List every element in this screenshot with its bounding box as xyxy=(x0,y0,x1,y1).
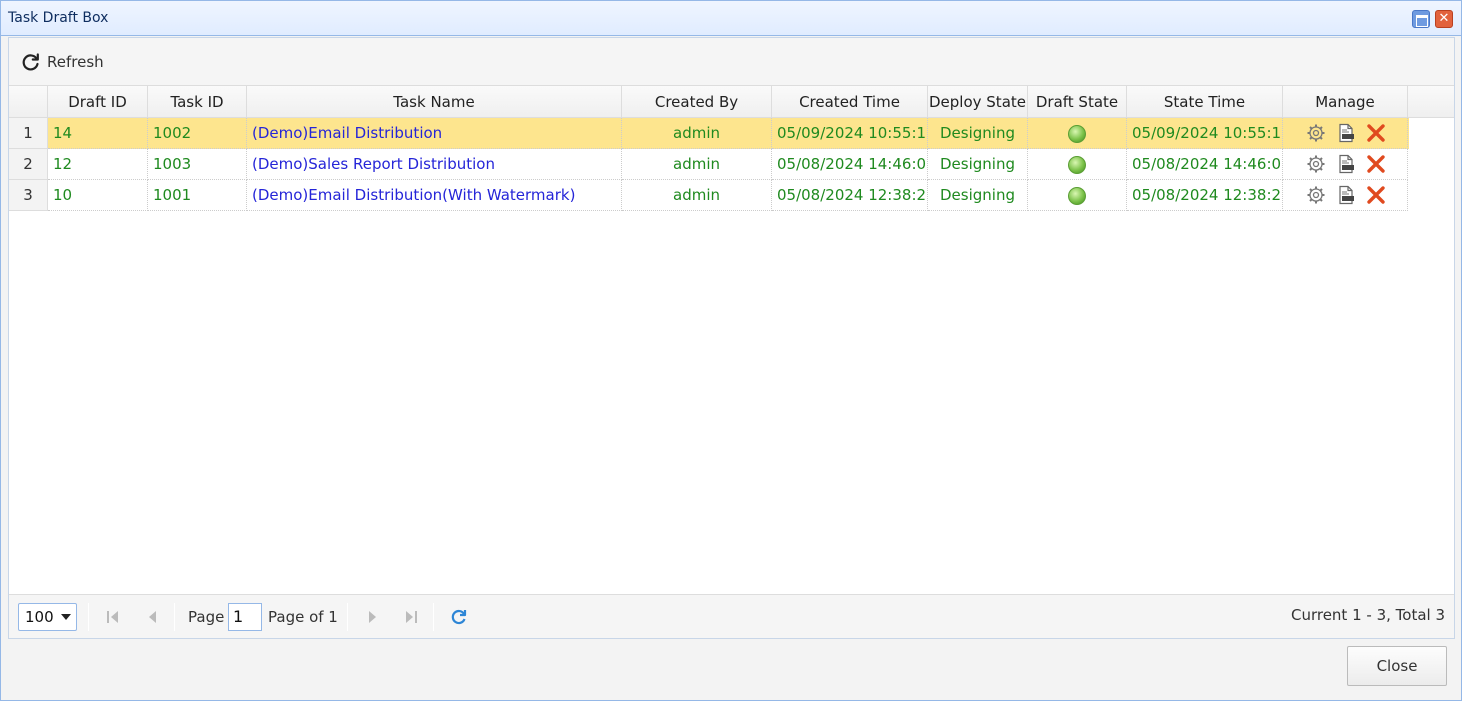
settings-icon[interactable] xyxy=(1306,123,1326,143)
pager-separator xyxy=(88,603,89,631)
page-label: Page xyxy=(188,608,225,626)
manage-cell xyxy=(1283,149,1408,180)
page-size-value: 100 xyxy=(25,608,54,626)
green-ball-icon xyxy=(1068,155,1086,174)
row-number: 1 xyxy=(9,118,48,149)
state-time-cell: 05/08/2024 14:46:00 xyxy=(1127,149,1283,180)
header-created-by[interactable]: Created By xyxy=(622,86,772,118)
toolbar: Refresh xyxy=(9,38,1454,86)
table-row[interactable]: 2 12 1003 (Demo)Sales Report Distributio… xyxy=(9,149,1409,180)
draft-state-cell xyxy=(1028,180,1127,211)
task-id-cell: 1001 xyxy=(148,180,247,211)
delete-icon[interactable] xyxy=(1366,154,1386,174)
chevron-down-icon xyxy=(61,614,71,620)
next-page-icon[interactable] xyxy=(362,607,382,627)
green-ball-icon xyxy=(1068,124,1086,143)
header-task-name[interactable]: Task Name xyxy=(247,86,622,118)
header-rownum xyxy=(9,86,48,118)
created-time-cell: 05/08/2024 12:38:23 xyxy=(772,180,928,211)
refresh-label: Refresh xyxy=(47,53,104,71)
task-name-link[interactable]: (Demo)Email Distribution(With Watermark) xyxy=(247,180,622,211)
task-draft-box-window: Task Draft Box ✕ Refresh Draft ID Task I… xyxy=(0,0,1462,701)
task-id-cell: 1003 xyxy=(148,149,247,180)
settings-icon[interactable] xyxy=(1306,185,1326,205)
pagination-info: Current 1 - 3, Total 3 xyxy=(1290,606,1445,624)
header-draft-state[interactable]: Draft State xyxy=(1028,86,1127,118)
draft-state-cell xyxy=(1028,118,1127,149)
created-by-cell: admin xyxy=(622,118,772,149)
row-number: 2 xyxy=(9,149,48,180)
deploy-state-cell: Designing xyxy=(928,118,1028,149)
first-page-icon[interactable] xyxy=(103,607,123,627)
window-title: Task Draft Box xyxy=(8,10,109,26)
header-state-time[interactable]: State Time xyxy=(1127,86,1283,118)
created-time-cell: 05/09/2024 10:55:15 xyxy=(772,118,928,149)
prev-page-icon[interactable] xyxy=(143,607,163,627)
header-manage: Manage xyxy=(1283,86,1408,118)
pagination-bar: 100 Page 1 Page of 1 Current 1 - 3, Tota… xyxy=(9,594,1454,638)
pager-separator xyxy=(174,603,175,631)
pager-separator xyxy=(433,603,434,631)
table-row[interactable]: 1 14 1002 (Demo)Email Distribution admin… xyxy=(9,118,1409,149)
log-icon[interactable] xyxy=(1336,154,1356,174)
draft-id-cell: 10 xyxy=(48,180,148,211)
maximize-icon[interactable] xyxy=(1412,10,1430,28)
delete-icon[interactable] xyxy=(1366,185,1386,205)
header-task-id[interactable]: Task ID xyxy=(148,86,247,118)
log-icon[interactable] xyxy=(1336,123,1356,143)
dialog-footer: Close xyxy=(1,640,1461,700)
green-ball-icon xyxy=(1068,186,1086,205)
page-size-select[interactable]: 100 xyxy=(18,603,77,631)
log-icon[interactable] xyxy=(1336,185,1356,205)
close-button[interactable]: Close xyxy=(1347,646,1447,686)
created-time-cell: 05/08/2024 14:46:00 xyxy=(772,149,928,180)
header-deploy-state[interactable]: Deploy State xyxy=(928,86,1028,118)
header-draft-id[interactable]: Draft ID xyxy=(48,86,148,118)
grid-panel: Refresh Draft ID Task ID Task Name Creat… xyxy=(8,37,1455,639)
task-name-link[interactable]: (Demo)Sales Report Distribution xyxy=(247,149,622,180)
manage-cell xyxy=(1283,180,1408,211)
row-number: 3 xyxy=(9,180,48,211)
task-id-cell: 1002 xyxy=(148,118,247,149)
pager-separator xyxy=(347,603,348,631)
refresh-icon xyxy=(22,53,39,71)
draft-id-cell: 14 xyxy=(48,118,148,149)
reload-icon[interactable] xyxy=(449,607,469,627)
settings-icon[interactable] xyxy=(1306,154,1326,174)
deploy-state-cell: Designing xyxy=(928,149,1028,180)
state-time-cell: 05/08/2024 12:38:23 xyxy=(1127,180,1283,211)
grid-header: Draft ID Task ID Task Name Created By Cr… xyxy=(9,86,1454,118)
last-page-icon[interactable] xyxy=(401,607,421,627)
created-by-cell: admin xyxy=(622,149,772,180)
delete-icon[interactable] xyxy=(1366,123,1386,143)
header-created-time[interactable]: Created Time xyxy=(772,86,928,118)
task-name-link[interactable]: (Demo)Email Distribution xyxy=(247,118,622,149)
table-row[interactable]: 3 10 1001 (Demo)Email Distribution(With … xyxy=(9,180,1409,211)
page-of-label: Page of 1 xyxy=(268,608,338,626)
manage-cell xyxy=(1283,118,1408,149)
draft-state-cell xyxy=(1028,149,1127,180)
refresh-button[interactable]: Refresh xyxy=(21,50,104,74)
close-window-icon[interactable]: ✕ xyxy=(1435,10,1453,28)
deploy-state-cell: Designing xyxy=(928,180,1028,211)
draft-id-cell: 12 xyxy=(48,149,148,180)
page-number-input[interactable]: 1 xyxy=(228,603,262,631)
window-titlebar: Task Draft Box ✕ xyxy=(1,1,1461,36)
state-time-cell: 05/09/2024 10:55:15 xyxy=(1127,118,1283,149)
created-by-cell: admin xyxy=(622,180,772,211)
